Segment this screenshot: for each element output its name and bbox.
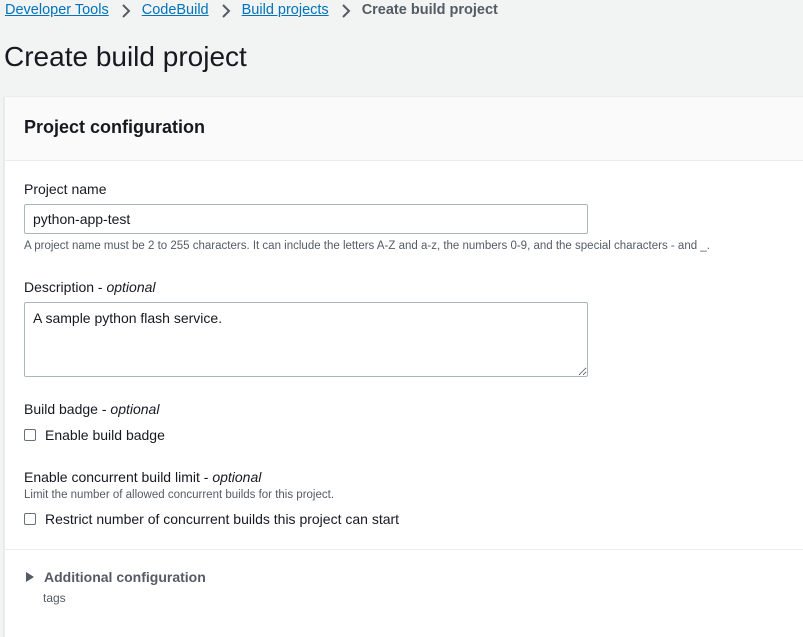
caret-right-icon [26,572,34,582]
section-divider [5,549,803,550]
chevron-right-icon [221,3,231,18]
concurrent-limit-optional: optional [212,469,262,485]
restrict-concurrent-builds-text: Restrict number of concurrent builds thi… [45,511,400,527]
enable-build-badge-option[interactable]: Enable build badge [24,427,165,443]
breadcrumb: Developer Tools CodeBuild Build projects… [5,0,498,20]
build-badge-label-text: Build badge - [24,401,111,417]
enable-build-badge-text: Enable build badge [45,427,165,443]
enable-build-badge-checkbox[interactable] [24,429,36,441]
description-optional: optional [106,279,156,295]
build-badge-label: Build badge - optional [24,401,159,417]
description-label: Description - optional [24,279,156,295]
additional-configuration-label: Additional configuration [44,569,206,585]
project-name-input[interactable] [24,204,588,234]
description-textarea[interactable]: A sample python flash service. [24,302,588,377]
restrict-concurrent-builds-option[interactable]: Restrict number of concurrent builds thi… [24,511,399,527]
project-name-label: Project name [24,181,107,197]
breadcrumb-codebuild[interactable]: CodeBuild [142,2,209,18]
additional-configuration-sub: tags [43,591,66,605]
chevron-right-icon [341,3,351,18]
concurrent-limit-label-text: Enable concurrent build limit - [24,469,213,485]
concurrent-limit-hint: Limit the number of allowed concurrent b… [24,489,335,501]
restrict-concurrent-builds-checkbox[interactable] [24,513,36,525]
description-label-text: Description - [24,279,107,295]
breadcrumb-developer-tools[interactable]: Developer Tools [5,2,109,18]
project-name-hint: A project name must be 2 to 255 characte… [24,240,710,252]
build-badge-optional: optional [110,401,160,417]
concurrent-limit-label: Enable concurrent build limit - optional [24,469,261,485]
breadcrumb-build-projects[interactable]: Build projects [242,2,329,18]
additional-configuration-toggle[interactable]: Additional configuration [26,569,206,585]
breadcrumb-current: Create build project [361,2,498,18]
chevron-right-icon [121,3,131,18]
project-configuration-panel: Project configuration Project name A pro… [4,96,803,637]
panel-title: Project configuration [24,117,206,137]
panel-header: Project configuration [5,97,803,161]
page-title: Create build project [4,41,247,72]
